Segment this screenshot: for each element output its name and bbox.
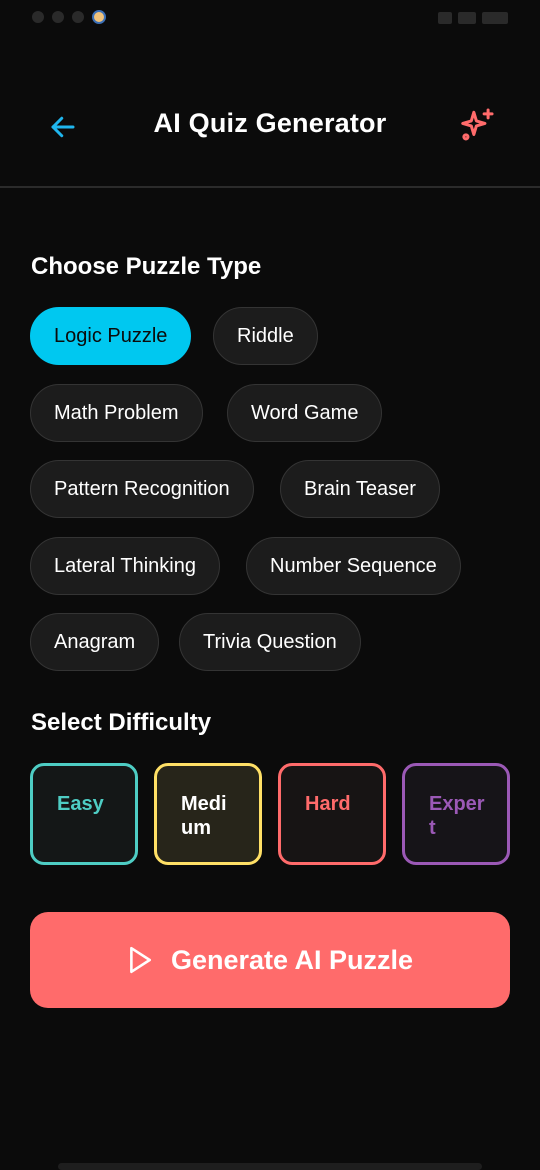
generate-button-label: Generate AI Puzzle bbox=[170, 944, 414, 975]
puzzle-type-heading: Choose Puzzle Type bbox=[31, 253, 262, 280]
sparkles-button[interactable] bbox=[454, 102, 500, 148]
status-mail-icon bbox=[72, 11, 84, 23]
difficulty-expert[interactable]: Expert bbox=[402, 763, 510, 865]
chip-riddle[interactable]: Riddle bbox=[213, 307, 318, 365]
cell-signal-icon bbox=[458, 12, 476, 24]
chip-number-sequence[interactable]: Number Sequence bbox=[246, 537, 461, 595]
difficulty-heading: Select Difficulty bbox=[31, 709, 212, 736]
battery-icon bbox=[482, 12, 508, 24]
chip-word-game[interactable]: Word Game bbox=[227, 384, 383, 442]
difficulty-medium[interactable]: Medium bbox=[154, 763, 262, 865]
status-avatar-icon bbox=[92, 10, 106, 24]
app-header: AI Quiz Generator bbox=[0, 80, 540, 170]
chip-trivia-question[interactable]: Trivia Question bbox=[179, 613, 361, 671]
status-bar bbox=[0, 0, 540, 40]
wifi-icon bbox=[438, 12, 452, 24]
difficulty-hard[interactable]: Hard bbox=[278, 763, 386, 865]
status-right bbox=[438, 12, 508, 24]
header-divider bbox=[0, 186, 540, 188]
home-indicator[interactable] bbox=[58, 1163, 482, 1170]
chip-brain-teaser[interactable]: Brain Teaser bbox=[280, 460, 440, 518]
app-screen: AI Quiz Generator Choose Puzzle Type Log… bbox=[0, 0, 540, 1170]
status-signal-icon bbox=[32, 11, 44, 23]
difficulty-label: Medium bbox=[181, 793, 227, 839]
chip-lateral-thinking[interactable]: Lateral Thinking bbox=[30, 537, 220, 595]
difficulty-label: Easy bbox=[57, 793, 104, 815]
difficulty-easy[interactable]: Easy bbox=[30, 763, 138, 865]
difficulty-label: Expert bbox=[429, 793, 485, 839]
sparkles-icon bbox=[461, 108, 494, 141]
chip-pattern-recognition[interactable]: Pattern Recognition bbox=[30, 460, 254, 518]
status-left bbox=[32, 10, 106, 24]
chip-math-problem[interactable]: Math Problem bbox=[30, 384, 203, 442]
status-notification-icon bbox=[52, 11, 64, 23]
chip-logic-puzzle[interactable]: Logic Puzzle bbox=[30, 307, 192, 365]
play-icon bbox=[130, 946, 151, 974]
chip-anagram[interactable]: Anagram bbox=[30, 613, 160, 671]
difficulty-label: Hard bbox=[305, 793, 351, 815]
generate-puzzle-button[interactable]: Generate AI Puzzle bbox=[30, 912, 510, 1008]
